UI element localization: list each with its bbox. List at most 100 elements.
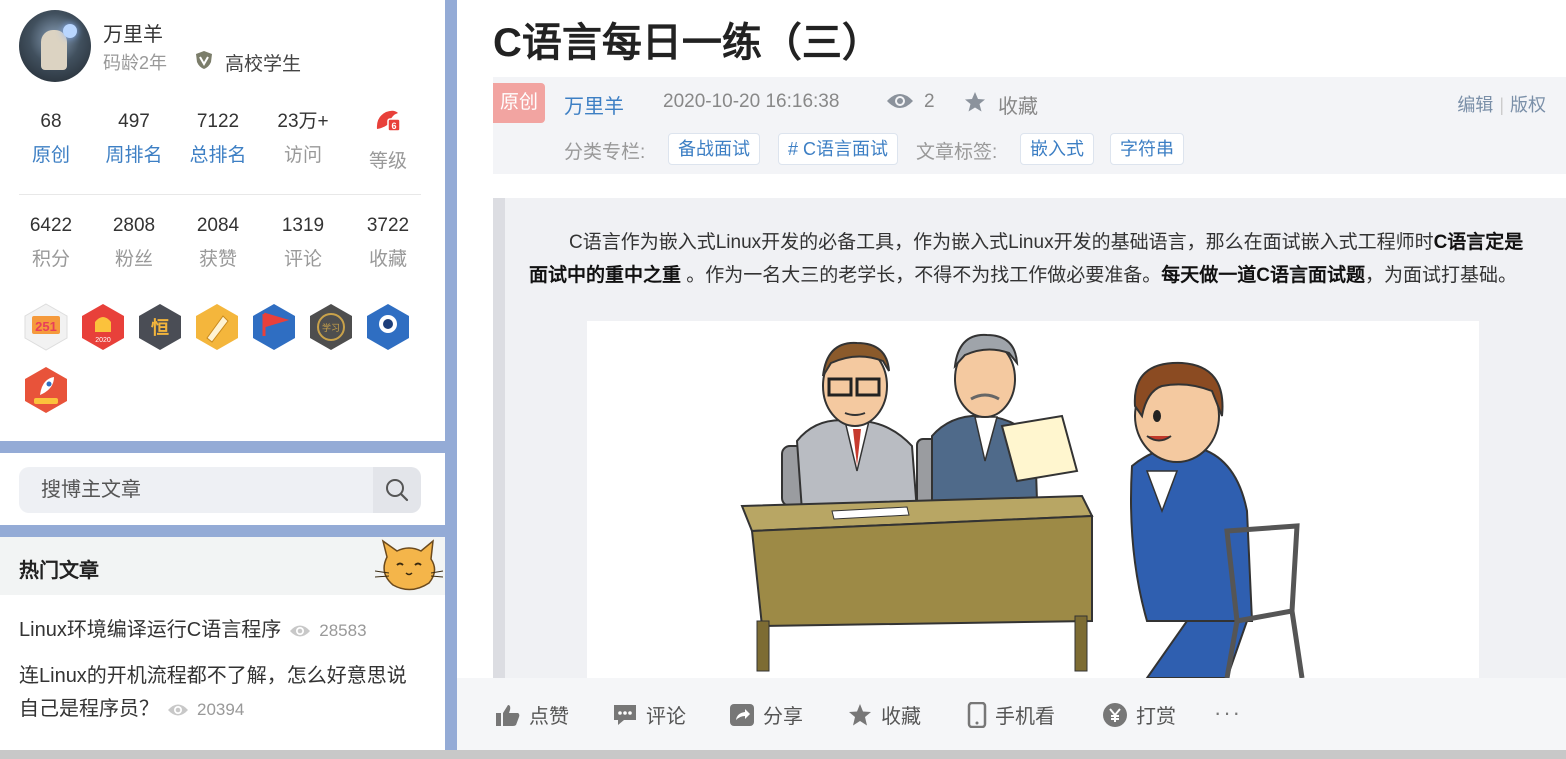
mobile-view-label: 手机看 [995,706,1055,728]
stat-value: 497 [118,111,150,132]
stat-value: 1319 [281,215,325,236]
article-content: C语言作为嵌入式Linux开发的必备工具，作为嵌入式Linux开发的基础语言，那… [493,198,1566,678]
article-toolbar: 点赞 评论 分享 收藏 手机看 打赏 ··· [457,678,1566,750]
search-button[interactable] [373,467,421,513]
hot-articles-header: 热门文章 [0,537,445,595]
search-card [0,453,445,525]
medal-text: 学习 [322,322,340,334]
medal-text: 恒 [151,317,169,339]
medal-flag-icon[interactable] [250,302,298,352]
cat-mascot-icon [375,539,444,591]
medal-251-icon[interactable]: 251 [22,302,70,352]
medal-astronaut-icon[interactable] [364,302,412,352]
hot-article-item[interactable]: 连Linux的开机流程都不了解，怎么好意思说自己是程序员？ 20394 [19,660,419,726]
favorite-button[interactable]: 收藏 [847,700,921,729]
copyright-link[interactable]: 版权 [1510,95,1546,115]
window-bottom-edge [0,750,1566,759]
svg-text:6: 6 [391,121,396,131]
medal-pen-icon[interactable] [193,302,241,352]
comment-button[interactable]: 评论 [612,700,686,729]
medal-persist-icon[interactable]: 恒 [136,302,184,352]
stat-favorites: 3722 收藏 [346,213,430,273]
publish-date: 2020-10-20 16:16:38 [663,91,840,112]
stat-label: 评论 [283,249,322,270]
medal-2020-icon[interactable]: 2020 [79,302,127,352]
stat-label: 原创 [31,145,70,166]
stat-likes: 2084 获赞 [176,213,260,273]
hot-articles-title: 热门文章 [19,560,99,582]
hot-article-title[interactable]: Linux环境编译运行C语言程序 [19,619,281,641]
share-icon [730,703,754,726]
stat-value: 2808 [112,215,156,236]
category-label: 分类专栏: [564,142,646,163]
favorite-link[interactable]: 收藏 [998,90,1038,119]
medal-text: 2020 [95,337,111,344]
stat-original[interactable]: 68 原创 [9,109,93,169]
eye-icon [290,625,311,637]
mobile-view-button[interactable]: 手机看 [967,700,1055,729]
interview-illustration [587,321,1479,678]
stat-value: 7122 [196,111,240,132]
reward-label: 打赏 [1136,706,1176,728]
comment-icon [614,704,636,725]
medal-study-icon[interactable]: 学习 [307,302,355,352]
more-icon[interactable]: ··· [1214,700,1242,726]
star-icon[interactable] [963,90,987,114]
thumbs-up-icon [496,704,520,726]
stat-comments: 1319 评论 [261,213,345,273]
stat-value: 6422 [29,215,73,236]
edit-links: 编辑 | 版权 [1457,95,1546,115]
stat-value: 68 [40,111,62,132]
medal-rocket-icon[interactable] [22,365,70,415]
view-count-value: 20394 [197,700,245,720]
search-icon [386,479,409,502]
view-count: 20394 [167,693,244,726]
hot-article-item[interactable]: Linux环境编译运行C语言程序 28583 [19,614,419,647]
stat-value: 3722 [366,215,410,236]
favorite-label: 收藏 [881,706,921,728]
phone-icon [967,701,987,728]
share-button[interactable]: 分享 [729,700,803,729]
paragraph-text: C语言作为嵌入式Linux开发的必备工具，作为嵌入式Linux开发的基础语言，那… [569,232,1434,253]
stat-visits: 23万+ 访问 [261,109,345,169]
stat-label: 等级 [368,151,407,172]
stat-total-rank[interactable]: 7122 总排名 [176,109,260,169]
profile-name[interactable]: 万里羊 [103,18,163,47]
like-label: 点赞 [529,706,569,728]
blockquote-bar [493,198,505,678]
article-tag[interactable]: 字符串 [1110,133,1184,165]
stat-weekly-rank[interactable]: 497 周排名 [92,109,176,169]
search-input[interactable] [19,467,373,513]
paragraph-text: 。作为一名大三的老学长，不得不为找工作做必要准备。 [681,265,1162,286]
article-meta: 原创 万里羊 2020-10-20 16:16:38 2 收藏 编辑 | 版权 分类… [493,77,1566,174]
stat-label: 周排名 [105,145,163,166]
yen-icon [1103,702,1127,727]
author-link[interactable]: 万里羊 [564,90,624,119]
avatar[interactable] [19,10,91,82]
article-paragraph: C语言作为嵌入式Linux开发的必备工具，作为嵌入式Linux开发的基础语言，那… [529,226,1539,292]
eye-icon [168,704,188,716]
paragraph-text: ，为面试打基础。 [1365,265,1518,286]
code-age: 码龄2年 [103,53,168,73]
share-label: 分享 [763,706,803,728]
view-count-value: 28583 [319,621,367,641]
original-tag: 原创 [493,83,545,123]
stat-level[interactable]: 6 等级 [346,109,430,175]
profile-card: 万里羊 码龄2年 高校学生 68 原创 497 周排名 7122 总排名 23万… [0,0,445,441]
stat-fans[interactable]: 2808 粉丝 [92,213,176,273]
article-tag[interactable]: 嵌入式 [1020,133,1094,165]
category-tag[interactable]: # C语言面试 [778,133,899,165]
stat-value: 23万+ [277,111,329,132]
medal-text: 251 [35,319,57,334]
comment-label: 评论 [646,706,686,728]
like-button[interactable]: 点赞 [495,700,569,729]
divider [19,194,421,195]
edit-link[interactable]: 编辑 [1457,95,1493,115]
stat-points: 6422 积分 [9,213,93,273]
verified-shield-icon [196,51,212,69]
reward-button[interactable]: 打赏 [1102,700,1176,729]
category-tag[interactable]: 备战面试 [668,133,760,165]
stat-label: 总排名 [189,145,247,166]
paragraph-bold: 每天做一道C语言面试题 [1161,265,1366,286]
eye-icon [887,94,913,108]
